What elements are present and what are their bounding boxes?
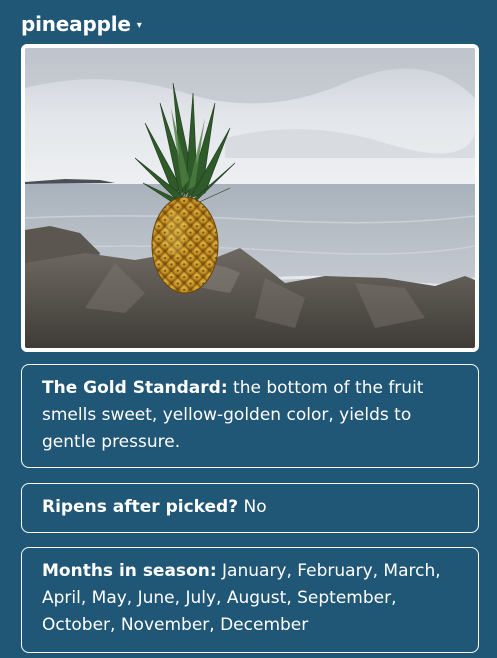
ripens-label: Ripens after picked? xyxy=(42,497,239,517)
gold-standard-label: The Gold Standard: xyxy=(42,378,228,398)
ripens-value: No xyxy=(238,497,267,517)
months-card: Months in season: January, February, Mar… xyxy=(21,547,479,653)
pineapple-illustration xyxy=(25,48,475,348)
pineapple-photo xyxy=(21,44,479,352)
ripens-card: Ripens after picked? No xyxy=(21,483,479,533)
fruit-selector[interactable]: pineapple ▾ xyxy=(21,12,142,36)
months-label: Months in season: xyxy=(42,561,217,581)
app-root: pineapple ▾ The Gold Standard: the botto… xyxy=(0,0,497,658)
dropdown-caret-icon: ▾ xyxy=(136,20,142,31)
gold-standard-card: The Gold Standard: the bottom of the fru… xyxy=(21,364,479,468)
fruit-title: pineapple xyxy=(21,12,131,36)
